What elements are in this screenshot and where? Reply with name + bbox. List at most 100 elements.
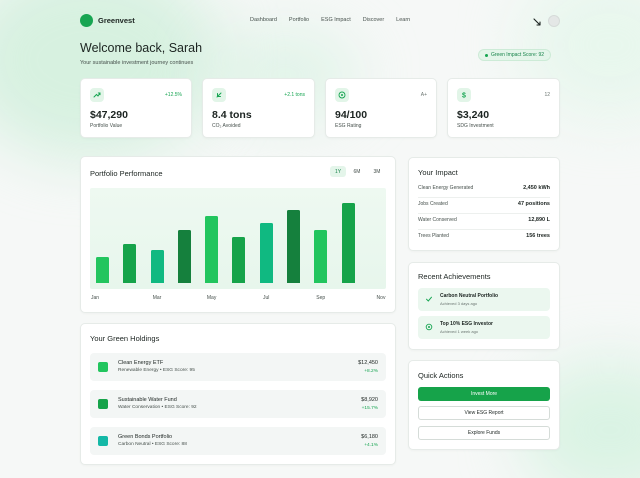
stat-label: ESG Rating [335, 123, 362, 129]
x-tick-label: Nov [376, 295, 386, 301]
divider [418, 229, 550, 230]
main-menu: Dashboard Portfolio ESG Impact Discover … [250, 17, 422, 23]
impact-row: Jobs Created 47 positions [418, 201, 550, 211]
impact-label: Jobs Created [418, 201, 448, 207]
green-score-text: Green Impact Score: 92 [491, 52, 545, 58]
holding-row[interactable]: Green Bonds Portfolio Carbon Neutral • E… [90, 427, 386, 455]
x-tick-label: Mar [152, 295, 162, 301]
chart-bar-feb[interactable] [123, 243, 137, 283]
chart-bar-jan[interactable] [96, 256, 109, 283]
x-tick-label: May [206, 295, 217, 301]
performance-title: Portfolio Performance [90, 169, 163, 178]
explore-funds-button[interactable]: Explore Funds [418, 426, 550, 440]
stat-card-sdg-investment[interactable]: $ 12 $3,240 SDG Investment [447, 78, 560, 138]
quick-actions-title: Quick Actions [418, 371, 464, 380]
chart-bar-may[interactable] [205, 216, 219, 283]
holding-color-icon [98, 399, 108, 409]
holding-name: Green Bonds Portfolio [118, 434, 173, 440]
holding-value: $12,450 [358, 360, 378, 366]
range-1y[interactable]: 1Y [330, 166, 346, 177]
page-title: Welcome back, Sarah [80, 41, 203, 55]
stat-value: $47,290 [90, 109, 128, 121]
stat-label: CO₂ Avoided [212, 123, 241, 129]
holding-value: $6,180 [361, 434, 378, 440]
achievement-date: Achieved 3 days ago [440, 301, 478, 306]
nav-portfolio[interactable]: Portfolio [289, 17, 309, 23]
stat-value: $3,240 [457, 109, 490, 121]
stat-change: 12 [544, 92, 550, 98]
range-6m[interactable]: 6M [349, 166, 365, 177]
achievement-item[interactable]: Top 10% ESG Investor Achieved 1 week ago [418, 316, 550, 339]
holding-change: +4.1% [364, 443, 378, 448]
impact-title: Your Impact [418, 168, 458, 177]
holding-change: +15.7% [361, 406, 378, 411]
achievement-title: Carbon Neutral Portfolio [440, 293, 499, 299]
holding-change: +8.2% [364, 369, 378, 374]
impact-row: Water Conserved 12,890 L [418, 217, 550, 227]
stat-label: Portfolio Value [90, 123, 123, 129]
achievement-title: Top 10% ESG Investor [440, 321, 493, 327]
pointer-icon[interactable] [533, 18, 541, 26]
nav-learn[interactable]: Learn [396, 17, 410, 23]
holding-name: Clean Energy ETF [118, 360, 164, 366]
holding-value: $8,920 [361, 397, 378, 403]
chart-bar-aug[interactable] [286, 210, 300, 283]
achievement-item[interactable]: Carbon Neutral Portfolio Achieved 3 days… [418, 288, 550, 311]
chart-bar-sep[interactable] [314, 230, 328, 283]
page-subtitle: Your sustainable investment journey cont… [80, 60, 194, 66]
stat-card-co2-avoided[interactable]: +2.1 tons 8.4 tons CO₂ Avoided [202, 78, 315, 138]
holding-subtitle: Water Conservation • ESG Score: 92 [118, 405, 197, 410]
stat-value: 94/100 [335, 109, 368, 121]
top-nav: Greenvest Dashboard Portfolio ESG Impact… [80, 14, 560, 30]
impact-row: Trees Planted 156 trees [418, 233, 550, 243]
holding-color-icon [98, 362, 108, 372]
check-icon [424, 294, 434, 304]
holding-row[interactable]: Sustainable Water Fund Water Conservatio… [90, 390, 386, 418]
stat-card-esg-rating[interactable]: A+ 94/100 ESG Rating [325, 78, 437, 138]
chart-bar-jul[interactable] [259, 223, 273, 283]
stat-value: 8.4 tons [212, 109, 252, 121]
view-esg-report-button[interactable]: View ESG Report [418, 406, 550, 420]
x-tick-label: Jan [90, 295, 100, 301]
achievements-title: Recent Achievements [418, 272, 491, 281]
nav-discover[interactable]: Discover [363, 17, 384, 23]
star-icon [424, 322, 434, 332]
chart-bar-jun[interactable] [232, 236, 246, 283]
holding-name: Sustainable Water Fund [118, 397, 177, 403]
stat-change: +2.1 tons [284, 92, 305, 98]
chart-bar-oct[interactable] [341, 203, 355, 283]
impact-value: 47 positions [517, 201, 550, 207]
status-dot-icon [485, 53, 488, 57]
brand-logo[interactable] [80, 14, 93, 27]
nav-dashboard[interactable]: Dashboard [250, 17, 277, 23]
green-score-badge[interactable]: Green Impact Score: 92 [478, 49, 552, 61]
leaf-icon [212, 88, 226, 102]
impact-label: Water Conserved [418, 217, 457, 223]
impact-label: Trees Planted [418, 233, 449, 239]
invest-more-button[interactable]: Invest More [418, 387, 550, 401]
range-3m[interactable]: 3M [369, 166, 385, 177]
brand-name[interactable]: Greenvest [98, 16, 135, 25]
holdings-title: Your Green Holdings [90, 334, 160, 343]
stat-card-portfolio-value[interactable]: +12.5% $47,290 Portfolio Value [80, 78, 192, 138]
impact-row: Clean Energy Generated 2,450 kWh [418, 185, 550, 195]
trend-up-icon [90, 88, 104, 102]
stat-label: SDG Investment [457, 123, 494, 129]
holding-subtitle: Carbon Neutral • ESG Score: 88 [118, 442, 187, 447]
nav-esg-impact[interactable]: ESG Impact [321, 17, 351, 23]
user-avatar[interactable] [548, 15, 560, 27]
achievement-date: Achieved 1 week ago [440, 329, 479, 334]
stat-change: A+ [420, 92, 427, 98]
x-tick-label: Sep [316, 295, 326, 301]
impact-label: Clean Energy Generated [418, 185, 474, 191]
globe-icon [335, 88, 349, 102]
divider [418, 197, 550, 198]
divider [418, 213, 550, 214]
impact-value: 12,890 L [528, 217, 550, 223]
holding-color-icon [98, 436, 108, 446]
stat-change: +12.5% [164, 92, 182, 98]
holding-row[interactable]: Clean Energy ETF Renewable Energy • ESG … [90, 353, 386, 381]
impact-value: 156 trees [526, 233, 550, 239]
chart-bar-apr[interactable] [177, 230, 191, 283]
chart-bar-mar[interactable] [150, 249, 164, 283]
